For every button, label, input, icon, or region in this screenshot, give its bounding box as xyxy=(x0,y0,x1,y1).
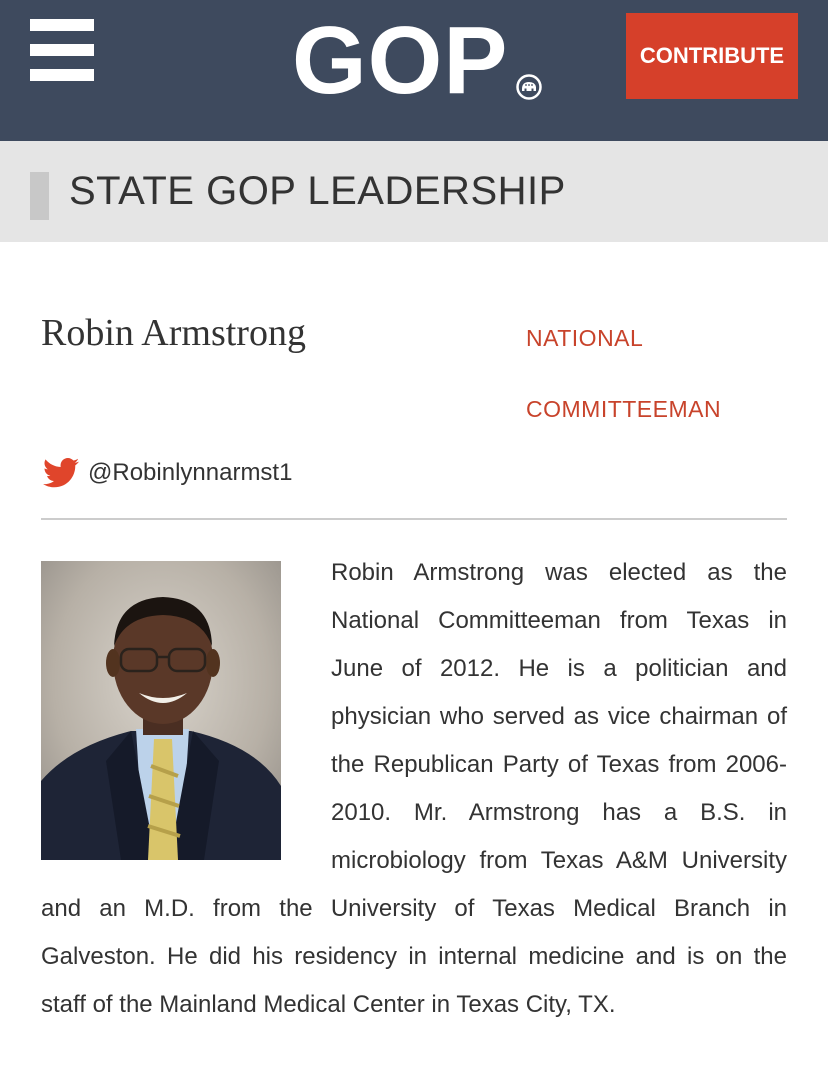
section-header: STATE GOP LEADERSHIP xyxy=(0,141,828,242)
divider xyxy=(41,518,787,520)
twitter-link[interactable]: @Robinlynnarmst1 xyxy=(43,455,292,491)
hamburger-menu-icon[interactable] xyxy=(30,19,94,81)
section-accent-bar xyxy=(30,172,49,220)
section-title: STATE GOP LEADERSHIP xyxy=(69,169,566,213)
role-title-line-1: NATIONAL xyxy=(526,325,644,351)
bio-text: Robin Armstrong was elected as the Natio… xyxy=(41,559,787,1018)
top-navigation-bar: GOP CONTRIBUTE xyxy=(0,0,828,141)
contribute-button[interactable]: CONTRIBUTE xyxy=(626,13,798,99)
twitter-bird-icon xyxy=(43,458,79,488)
role-title-line-2: COMMITTEEMAN xyxy=(526,396,722,422)
gop-logo[interactable]: GOP xyxy=(292,7,543,114)
person-name: Robin Armstrong xyxy=(41,312,306,354)
bio-section: Robin Armstrong was elected as the Natio… xyxy=(41,559,787,1041)
twitter-handle: @Robinlynnarmst1 xyxy=(88,459,293,486)
elephant-seal-icon xyxy=(516,74,543,100)
logo-text: GOP xyxy=(292,7,509,114)
